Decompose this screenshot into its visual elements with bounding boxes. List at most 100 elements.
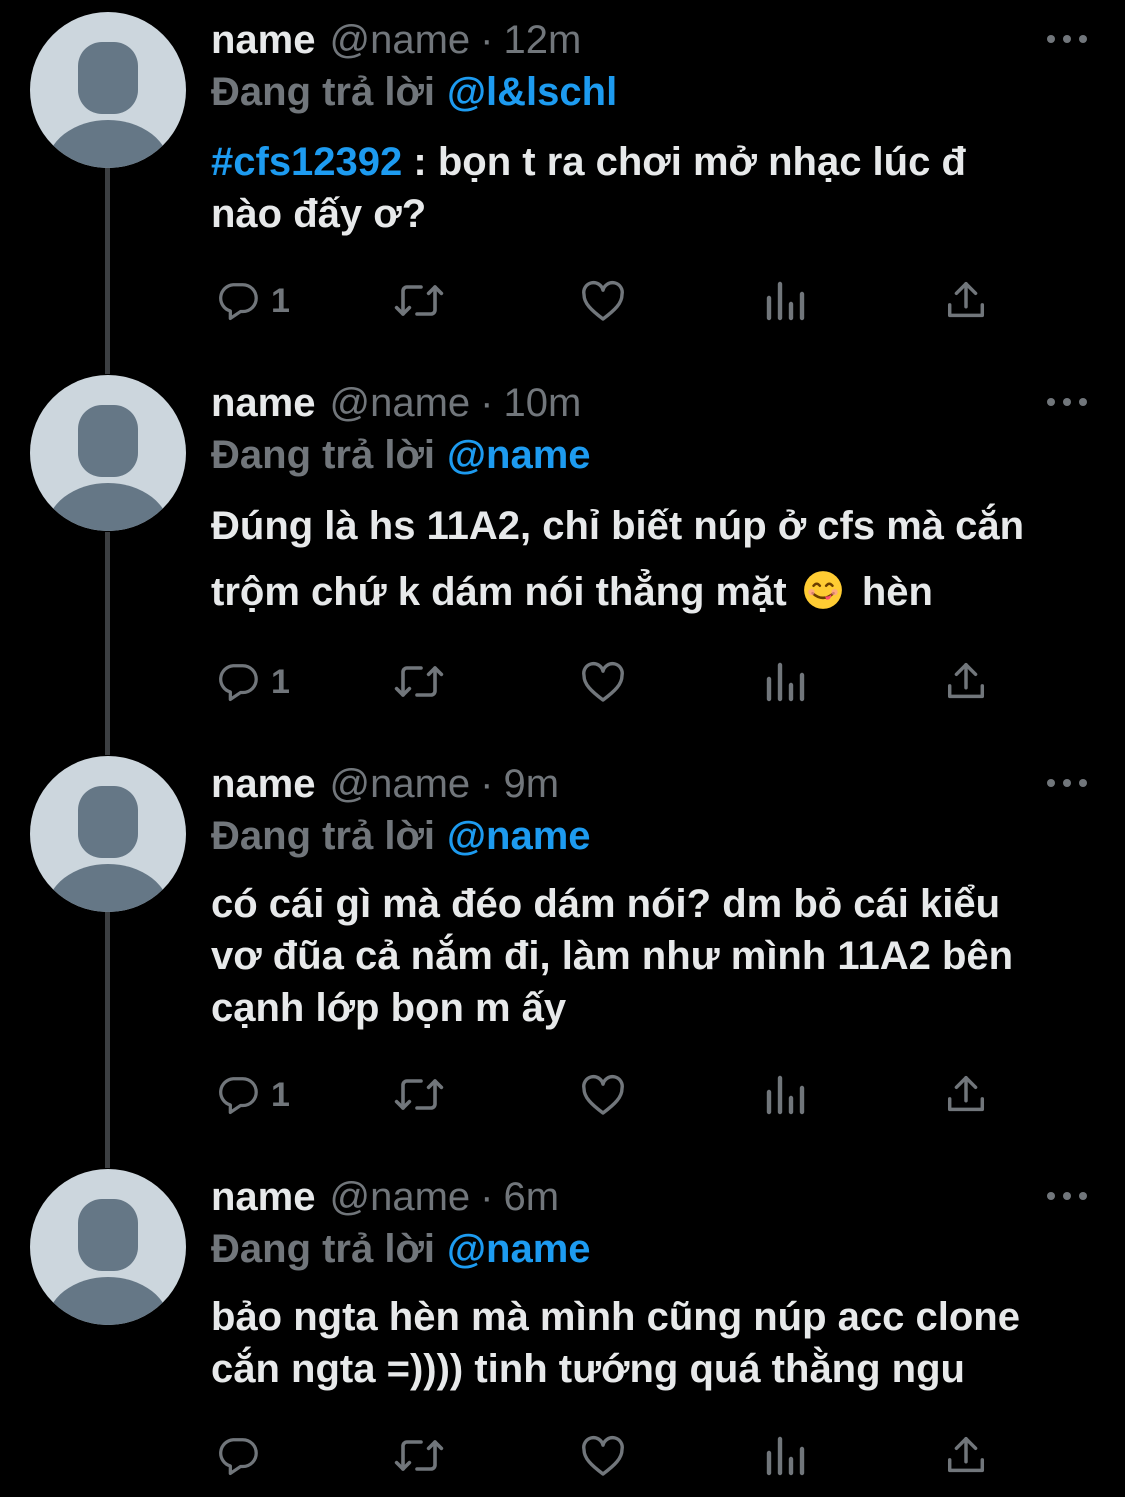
more-icon[interactable] xyxy=(1047,776,1087,790)
display-name[interactable]: name xyxy=(211,1175,316,1220)
retweet-icon xyxy=(394,1440,444,1471)
share-button[interactable] xyxy=(943,657,989,707)
replying-to-handle[interactable]: @name xyxy=(447,814,591,859)
tweet-text-line: #cfs12392 : bọn t ra chơi mở nhạc lúc đ xyxy=(211,136,1091,188)
tweet[interactable]: name @name · 12m Đang trả lời @l&lschl #… xyxy=(0,10,1125,350)
share-icon xyxy=(947,663,985,699)
reply-button[interactable]: 1 xyxy=(215,657,290,707)
tweet-text-line: bảo ngta hèn mà mình cũng núp acc clone xyxy=(211,1295,1020,1339)
user-handle[interactable]: @name xyxy=(330,381,471,426)
share-button[interactable] xyxy=(943,1431,989,1481)
user-handle[interactable]: @name xyxy=(330,1175,471,1220)
separator-dot: · xyxy=(480,761,494,806)
reply-button[interactable] xyxy=(215,1431,271,1481)
separator-dot: · xyxy=(480,380,494,425)
tweet-text-line: vơ đũa cả nắm đi, làm như mình 11A2 bên xyxy=(211,934,1014,978)
separator-dot: · xyxy=(480,1174,494,1219)
display-name[interactable]: name xyxy=(211,381,316,426)
tweet-text-line: có cái gì mà đéo dám nói? dm bỏ cái kiểu xyxy=(211,882,1001,926)
analytics-icon xyxy=(766,1436,805,1476)
retweet-icon xyxy=(394,285,444,316)
replying-to-label: Đang trả lời xyxy=(211,69,436,114)
like-button[interactable] xyxy=(579,1070,627,1120)
tweet-text-line: Đúng là hs 11A2, chỉ biết núp ở cfs mà c… xyxy=(211,504,1025,548)
share-icon xyxy=(947,1076,985,1112)
retweet-button[interactable] xyxy=(393,657,445,707)
reply-count: 1 xyxy=(271,662,290,701)
analytics-icon xyxy=(766,662,805,702)
tweet[interactable]: name @name · 10m Đang trả lời @name Đúng… xyxy=(0,373,1125,733)
tweet-header: name @name · 9m xyxy=(211,754,559,814)
reply-icon xyxy=(219,283,258,321)
replying-to-handle[interactable]: @name xyxy=(447,1227,591,1272)
user-handle[interactable]: @name xyxy=(330,762,471,807)
reply-count: 1 xyxy=(271,1075,290,1114)
retweet-icon xyxy=(394,1079,444,1110)
timestamp[interactable]: 10m xyxy=(504,381,582,426)
reply-button[interactable]: 1 xyxy=(215,1070,290,1120)
like-icon xyxy=(582,661,624,702)
retweet-button[interactable] xyxy=(393,1431,445,1481)
tweet-text-line: cạnh lớp bọn m ấy xyxy=(211,986,567,1030)
tweet-text-line: trộm chứ k dám nói thẳng mặt hèn xyxy=(211,559,1091,625)
face-savoring-food-emoji xyxy=(803,571,842,609)
tweet-text: có cái gì mà đéo dám nói? dm bỏ cái kiểu… xyxy=(211,878,1091,1034)
replying-to: Đang trả lời @l&lschl xyxy=(211,62,617,122)
user-handle[interactable]: @name xyxy=(330,18,471,63)
display-name[interactable]: name xyxy=(211,18,316,63)
analytics-icon xyxy=(766,281,805,321)
avatar[interactable] xyxy=(30,12,186,168)
share-icon xyxy=(947,1437,985,1473)
tweet-actions: 1 xyxy=(211,657,1011,707)
reply-count: 1 xyxy=(271,281,290,320)
replying-to-handle[interactable]: @name xyxy=(447,433,591,478)
avatar[interactable] xyxy=(30,375,186,531)
tweet-actions: 1 xyxy=(211,276,1011,326)
analytics-button[interactable] xyxy=(765,1070,807,1120)
display-name[interactable]: name xyxy=(211,762,316,807)
share-button[interactable] xyxy=(943,1070,989,1120)
like-button[interactable] xyxy=(579,1431,627,1481)
more-icon[interactable] xyxy=(1047,395,1087,409)
reply-button[interactable]: 1 xyxy=(215,276,290,326)
replying-to-label: Đang trả lời xyxy=(211,1226,436,1271)
retweet-button[interactable] xyxy=(393,276,445,326)
like-button[interactable] xyxy=(579,657,627,707)
default-avatar-icon xyxy=(46,42,170,168)
analytics-button[interactable] xyxy=(765,1431,807,1481)
replying-to: Đang trả lời @name xyxy=(211,1219,591,1279)
default-avatar-icon xyxy=(46,786,170,912)
replying-to-handle[interactable]: @l&lschl xyxy=(447,70,617,115)
replying-to-label: Đang trả lời xyxy=(211,813,436,858)
analytics-button[interactable] xyxy=(765,276,807,326)
tweet-header: name @name · 10m xyxy=(211,373,581,433)
analytics-button[interactable] xyxy=(765,657,807,707)
hashtag-link[interactable]: #cfs12392 xyxy=(211,140,402,184)
more-icon[interactable] xyxy=(1047,32,1087,46)
share-icon xyxy=(947,282,985,318)
default-avatar-icon xyxy=(46,1199,170,1325)
tweet-text: #cfs12392 : bọn t ra chơi mở nhạc lúc đ … xyxy=(211,136,1091,240)
tweet-header: name @name · 12m xyxy=(211,10,581,70)
analytics-icon xyxy=(766,1075,805,1115)
share-button[interactable] xyxy=(943,276,989,326)
tweet-text: bảo ngta hèn mà mình cũng núp acc clone … xyxy=(211,1291,1091,1395)
tweet-text-line: cắn ngta =)))) tinh tướng quá thằng ngu xyxy=(211,1347,965,1391)
avatar[interactable] xyxy=(30,1169,186,1325)
tweet[interactable]: name @name · 9m Đang trả lời @name có cá… xyxy=(0,754,1125,1144)
tweet-text-line: nào đấy ơ? xyxy=(211,192,427,236)
separator-dot: · xyxy=(480,17,494,62)
like-button[interactable] xyxy=(579,276,627,326)
timestamp[interactable]: 6m xyxy=(504,1175,560,1220)
tweet-header: name @name · 6m xyxy=(211,1167,559,1227)
timestamp[interactable]: 12m xyxy=(504,18,582,63)
timestamp[interactable]: 9m xyxy=(504,762,560,807)
retweet-button[interactable] xyxy=(393,1070,445,1120)
tweet[interactable]: name @name · 6m Đang trả lời @name bảo n… xyxy=(0,1167,1125,1497)
tweet-text-span: trộm chứ k dám nói thẳng mặt xyxy=(211,570,787,614)
replying-to-label: Đang trả lời xyxy=(211,432,436,477)
avatar[interactable] xyxy=(30,756,186,912)
more-icon[interactable] xyxy=(1047,1189,1087,1203)
reply-icon xyxy=(219,1077,258,1115)
tweet-text: Đúng là hs 11A2, chỉ biết núp ở cfs mà c… xyxy=(211,493,1091,625)
